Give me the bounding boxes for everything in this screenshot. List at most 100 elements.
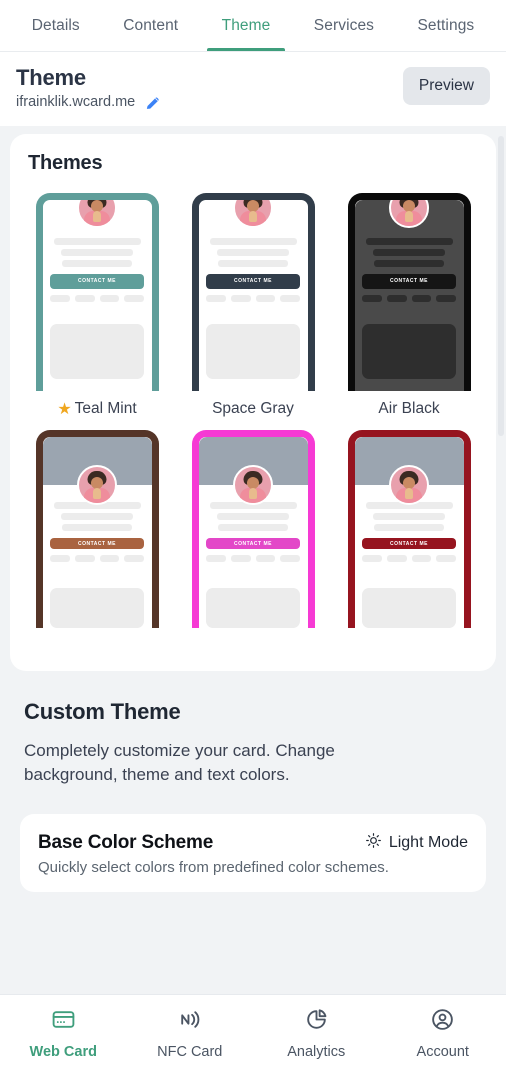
base-color-scheme-heading: Base Color Scheme (38, 832, 214, 854)
nav-item-account[interactable]: Account (380, 1007, 506, 1060)
nav-item-web-card[interactable]: Web Card (0, 1007, 127, 1060)
theme-option[interactable]: CONTACT ME Space Gray (184, 192, 322, 420)
base-color-scheme-description: Quickly select colors from predefined co… (38, 859, 389, 877)
theme-preview-body: CONTACT ME (354, 199, 464, 391)
theme-option[interactable]: CONTACT ME ★ Teal Mint (28, 192, 166, 420)
placeholder-block (206, 323, 300, 379)
placeholder-block (50, 587, 144, 628)
theme-option[interactable]: CONTACT ME Air Black (340, 192, 478, 420)
user-circle-icon (430, 1007, 455, 1037)
placeholder-chip (436, 294, 456, 302)
credit-card-icon (51, 1007, 76, 1037)
placeholder-line (365, 237, 453, 245)
nav-item-label: Account (416, 1044, 469, 1060)
theme-preview-chips (50, 554, 144, 562)
placeholder-line (218, 259, 288, 267)
placeholder-line (218, 524, 288, 532)
theme-preview-chips (362, 294, 456, 302)
theme-preview-phone: CONTACT ME (347, 192, 471, 391)
contact-me-button: CONTACT ME (50, 273, 144, 289)
placeholder-line (53, 237, 141, 245)
placeholder-chip (50, 554, 70, 562)
theme-preview-text-lines (43, 237, 152, 267)
placeholder-chip (124, 554, 144, 562)
scroll-body: Themes CONTACT ME ★ Teal Mint CONTACT ME Spa… (0, 125, 506, 994)
placeholder-line (373, 513, 445, 521)
vertical-scrollbar[interactable] (498, 135, 504, 436)
bottom-navigation: Web Card NFC Card Analytics Account (0, 994, 506, 1080)
tab-details[interactable]: Details (10, 0, 102, 51)
placeholder-block (50, 323, 144, 379)
page-header-left: Theme ifrainklik.wcard.me (16, 65, 161, 112)
page-header: Theme ifrainklik.wcard.me Preview (0, 52, 506, 126)
sun-icon (365, 832, 382, 854)
nav-item-label: Analytics (287, 1044, 346, 1060)
tab-label: Details (31, 16, 80, 34)
light-mode-toggle[interactable]: Light Mode (365, 832, 468, 854)
placeholder-line (62, 259, 132, 267)
theme-name: Air Black (378, 400, 439, 420)
preview-button[interactable]: Preview (402, 67, 490, 105)
contact-me-button: CONTACT ME (362, 273, 456, 289)
placeholder-block (362, 587, 456, 628)
avatar (77, 199, 117, 228)
contact-me-button: CONTACT ME (50, 538, 144, 549)
light-mode-label: Light Mode (388, 834, 468, 852)
custom-theme-heading: Custom Theme (24, 698, 181, 724)
theme-preview-chips (50, 294, 144, 302)
placeholder-line (374, 259, 444, 267)
placeholder-line (209, 237, 297, 245)
tab-content[interactable]: Content (102, 0, 200, 51)
theme-name-label: Teal Mint (74, 400, 137, 418)
theme-option[interactable]: CONTACT ME (184, 429, 322, 657)
card-url: ifrainklik.wcard.me (16, 94, 136, 111)
star-icon: ★ (57, 400, 72, 418)
placeholder-chip (230, 554, 251, 562)
theme-preview-text-lines (199, 502, 308, 532)
tab-services[interactable]: Services (292, 0, 396, 51)
tab-label: Theme (221, 16, 271, 34)
avatar (389, 199, 429, 228)
tab-label: Content (123, 16, 179, 34)
theme-option[interactable]: CONTACT ME (28, 429, 166, 657)
base-color-scheme-header: Base Color Scheme Light Mode (38, 832, 468, 854)
nav-item-analytics[interactable]: Analytics (253, 1007, 380, 1060)
placeholder-chip (74, 294, 95, 302)
placeholder-line (374, 524, 444, 532)
theme-preview-text-lines (355, 237, 464, 267)
custom-theme-description: Completely customize your card. Change b… (24, 740, 335, 785)
avatar (233, 199, 273, 228)
placeholder-chip (280, 554, 300, 562)
tab-theme[interactable]: Theme (200, 0, 292, 51)
theme-name: ★ Teal Mint (57, 400, 136, 420)
app-root: Details Content Theme Services Settings Them… (0, 0, 506, 1080)
placeholder-chip (99, 294, 120, 302)
placeholder-line (62, 524, 132, 532)
avatar (77, 464, 117, 505)
themes-grid: CONTACT ME ★ Teal Mint CONTACT ME Space Gray… (28, 192, 478, 657)
nav-item-label: NFC Card (157, 1044, 223, 1060)
custom-theme-section: Custom Theme Completely customize your c… (10, 671, 496, 788)
contact-me-button: CONTACT ME (206, 538, 300, 549)
theme-preview-chips (206, 294, 300, 302)
placeholder-line (373, 248, 445, 256)
placeholder-chip (386, 294, 407, 302)
placeholder-chip (255, 294, 276, 302)
card-url-row: ifrainklik.wcard.me (16, 94, 161, 111)
theme-preview-chips (206, 554, 300, 562)
nav-item-nfc-card[interactable]: NFC Card (127, 1007, 254, 1060)
theme-name: Space Gray (212, 400, 294, 420)
nfc-icon (177, 1007, 202, 1037)
placeholder-chip (411, 554, 432, 562)
page-title: Theme (16, 65, 86, 90)
placeholder-chip (255, 554, 276, 562)
tab-settings[interactable]: Settings (396, 0, 496, 51)
theme-name-label: Space Gray (212, 400, 294, 418)
theme-preview-text-lines (199, 237, 308, 267)
theme-option[interactable]: CONTACT ME (340, 429, 478, 657)
placeholder-chip (206, 554, 226, 562)
scroll-content: Themes CONTACT ME ★ Teal Mint CONTACT ME Spa… (0, 133, 506, 893)
themes-card: Themes CONTACT ME ★ Teal Mint CONTACT ME Spa… (10, 133, 496, 671)
pencil-icon[interactable] (144, 95, 161, 112)
placeholder-chip (362, 294, 382, 302)
